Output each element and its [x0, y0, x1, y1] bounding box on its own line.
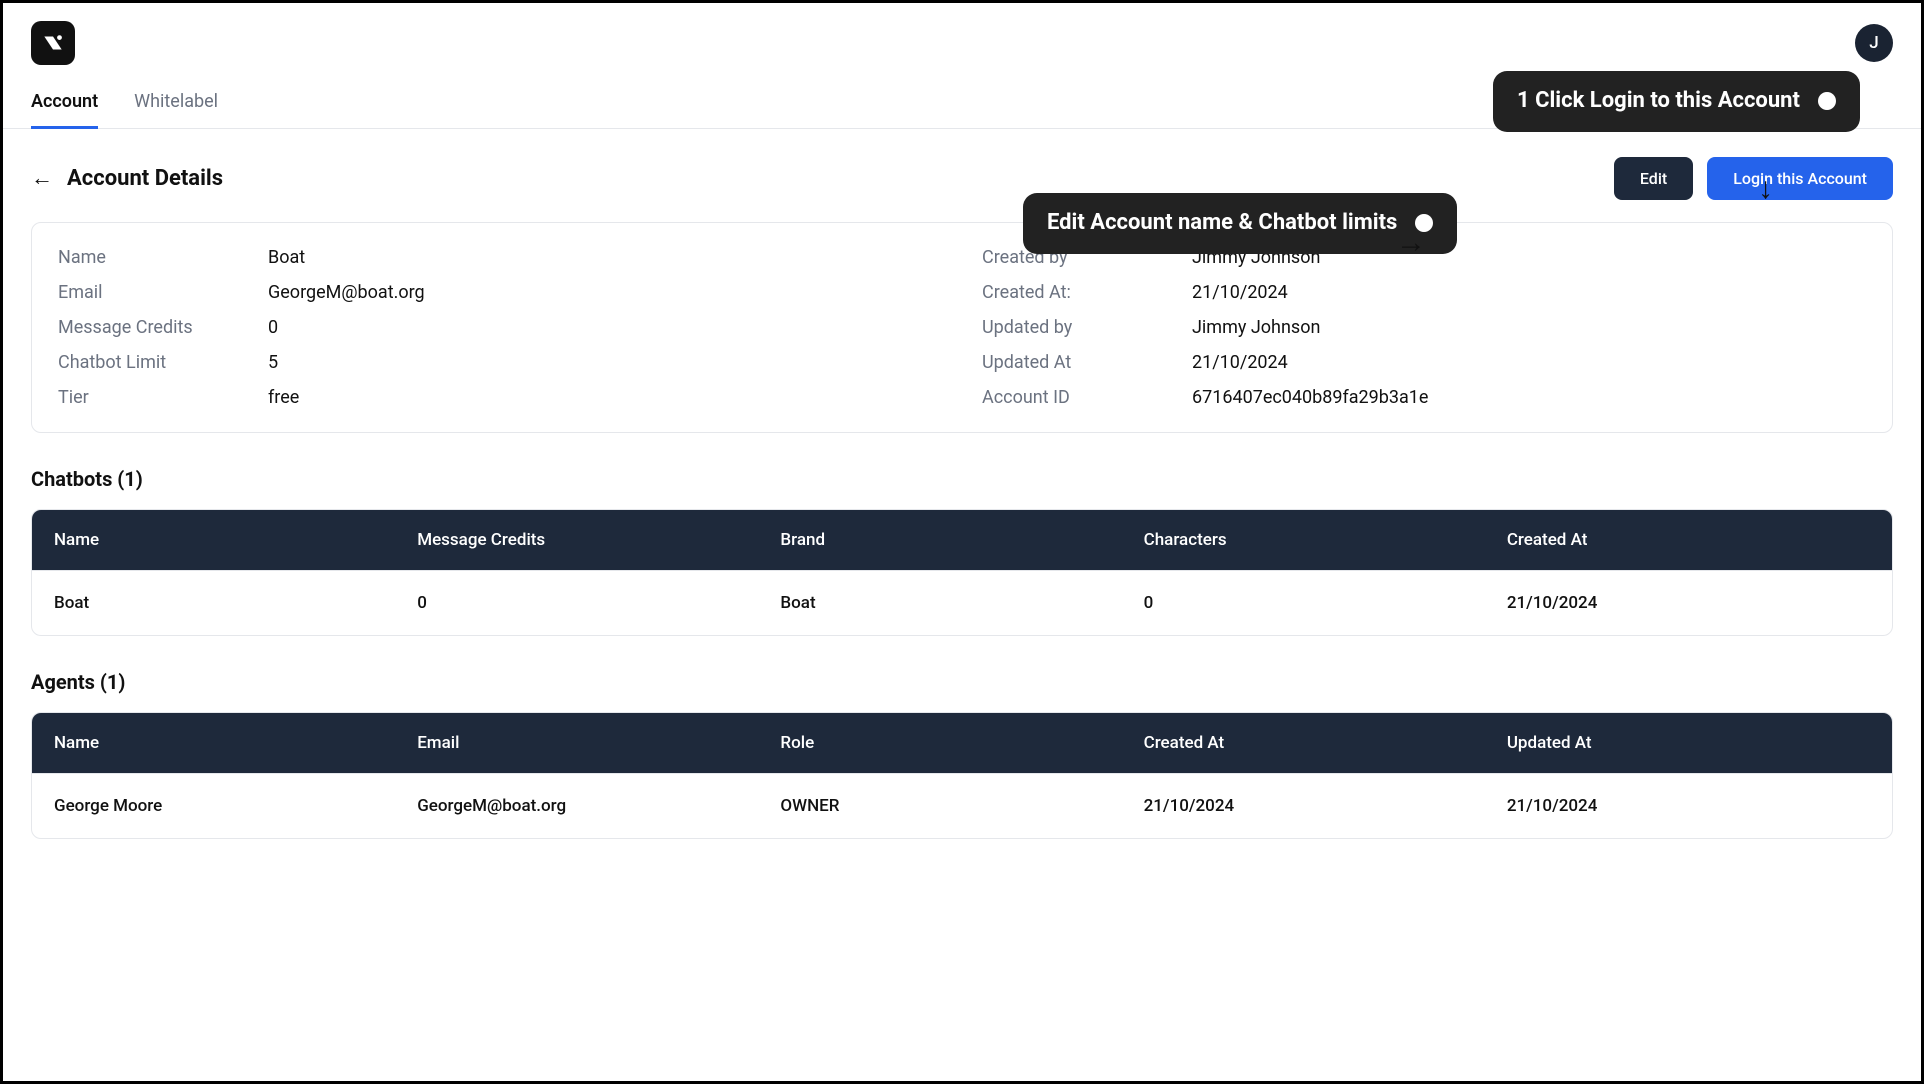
annotation-callout-login: 1 Click Login to this Account: [1493, 71, 1860, 132]
table-row[interactable]: George MooreGeorgeM@boat.orgOWNER21/10/2…: [32, 773, 1892, 838]
table-header-cell: Updated At: [1507, 733, 1870, 753]
detail-row: Chatbot Limit5: [58, 352, 942, 373]
chatbots-section-title: Chatbots (1): [31, 467, 1893, 491]
annotation-arrow-down-icon: ↓: [1758, 171, 1773, 206]
detail-row: Message Credits0: [58, 317, 942, 338]
table-row[interactable]: Boat0Boat021/10/2024: [32, 570, 1892, 635]
detail-value: GeorgeM@boat.org: [268, 282, 425, 303]
table-header-cell: Message Credits: [417, 530, 780, 550]
table-header-cell: Created At: [1144, 733, 1507, 753]
detail-row: NameBoat: [58, 247, 942, 268]
user-avatar[interactable]: J: [1855, 24, 1893, 62]
edit-button[interactable]: Edit: [1614, 157, 1693, 200]
detail-label: Chatbot Limit: [58, 352, 268, 373]
table-header-cell: Email: [417, 733, 780, 753]
table-cell: 0: [1144, 593, 1507, 613]
detail-value: 21/10/2024: [1192, 282, 1288, 303]
detail-value: free: [268, 387, 299, 408]
detail-row: Tierfree: [58, 387, 942, 408]
detail-row: Created At:21/10/2024: [982, 282, 1866, 303]
account-details-card: NameBoatEmailGeorgeM@boat.orgMessage Cre…: [31, 222, 1893, 433]
table-cell: OWNER: [780, 796, 1143, 816]
table-cell: 21/10/2024: [1144, 796, 1507, 816]
detail-value: 5: [268, 352, 278, 373]
table-header-cell: Role: [780, 733, 1143, 753]
annotation-arrow-right-icon: →: [1396, 225, 1426, 260]
annotation-text: 1 Click Login to this Account: [1517, 87, 1800, 116]
detail-row: Updated At21/10/2024: [982, 352, 1866, 373]
table-header-cell: Characters: [1144, 530, 1507, 550]
detail-label: Created At:: [982, 282, 1192, 303]
tab-account[interactable]: Account: [31, 91, 98, 129]
tab-whitelabel[interactable]: Whitelabel: [134, 91, 218, 128]
table-cell: Boat: [780, 593, 1143, 613]
table-header-cell: Name: [54, 733, 417, 753]
agents-table: NameEmailRoleCreated AtUpdated At George…: [31, 712, 1893, 839]
annotation-dot-icon: [1818, 92, 1836, 110]
detail-label: Account ID: [982, 387, 1192, 408]
detail-value: Jimmy Johnson: [1192, 317, 1320, 338]
detail-row: Updated byJimmy Johnson: [982, 317, 1866, 338]
table-header-cell: Name: [54, 530, 417, 550]
table-header-cell: Created At: [1507, 530, 1870, 550]
page-title: Account Details: [67, 166, 223, 191]
detail-value: 21/10/2024: [1192, 352, 1288, 373]
detail-label: Tier: [58, 387, 268, 408]
detail-label: Updated At: [982, 352, 1192, 373]
table-cell: GeorgeM@boat.org: [417, 796, 780, 816]
detail-row: EmailGeorgeM@boat.org: [58, 282, 942, 303]
app-logo[interactable]: [31, 21, 75, 65]
agents-section-title: Agents (1): [31, 670, 1893, 694]
detail-value: Boat: [268, 247, 305, 268]
detail-label: Name: [58, 247, 268, 268]
detail-label: Message Credits: [58, 317, 268, 338]
table-cell: George Moore: [54, 796, 417, 816]
detail-row: Account ID6716407ec040b89fa29b3a1e: [982, 387, 1866, 408]
table-cell: 0: [417, 593, 780, 613]
back-arrow-icon[interactable]: ←: [31, 168, 53, 190]
annotation-callout-edit: Edit Account name & Chatbot limits: [1023, 193, 1457, 254]
annotation-text: Edit Account name & Chatbot limits: [1047, 209, 1397, 238]
table-header-cell: Brand: [780, 530, 1143, 550]
chatbots-table: NameMessage CreditsBrandCharactersCreate…: [31, 509, 1893, 636]
table-cell: 21/10/2024: [1507, 593, 1870, 613]
detail-value: 0: [268, 317, 278, 338]
login-this-account-button[interactable]: Login this Account: [1707, 157, 1893, 200]
table-cell: Boat: [54, 593, 417, 613]
table-cell: 21/10/2024: [1507, 796, 1870, 816]
detail-value: 6716407ec040b89fa29b3a1e: [1192, 387, 1428, 408]
detail-label: Email: [58, 282, 268, 303]
detail-label: Updated by: [982, 317, 1192, 338]
